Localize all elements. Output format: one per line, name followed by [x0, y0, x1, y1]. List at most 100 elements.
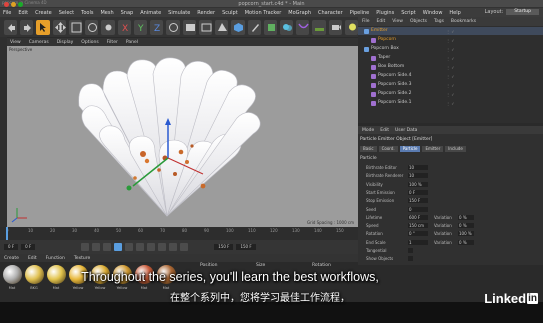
visibility-toggle[interactable]: ⋮ ✓: [446, 55, 455, 63]
menu-simulate[interactable]: Simulate: [168, 10, 190, 16]
layout-selector[interactable]: Layout: Startup: [485, 9, 539, 15]
menu-create[interactable]: Create: [35, 10, 52, 16]
move-tool-button[interactable]: [52, 19, 66, 35]
menu-motion-tracker[interactable]: Motion Tracker: [245, 10, 282, 16]
viewport-menu-view[interactable]: View: [10, 40, 21, 45]
visibility-toggle[interactable]: ⋮ ✓: [446, 64, 455, 72]
step-forward-button[interactable]: [125, 243, 134, 251]
variation-field[interactable]: 0 %: [458, 214, 474, 220]
menu-window[interactable]: Window: [423, 10, 443, 16]
attributes-tab-include[interactable]: Include: [445, 146, 466, 152]
object-row[interactable]: Popcorn Box ⋮ ✓: [358, 45, 543, 53]
menu-character[interactable]: Character: [318, 10, 343, 16]
start-frame-field[interactable]: 0 F: [4, 244, 19, 250]
param-field[interactable]: 1: [408, 239, 428, 245]
param-field[interactable]: 10: [408, 173, 428, 179]
object-menu-file[interactable]: File: [362, 19, 370, 24]
material-menu-texture[interactable]: Texture: [74, 256, 90, 261]
param-field[interactable]: 0 °: [408, 231, 428, 237]
attributes-menu-mode[interactable]: Mode: [362, 128, 374, 133]
visibility-toggle[interactable]: ⋮ ✓: [446, 28, 455, 36]
object-row[interactable]: Popcorn Side.2 ⋮ ✓: [358, 90, 543, 98]
param-field[interactable]: 150 cm: [408, 223, 428, 229]
menu-help[interactable]: Help: [449, 10, 460, 16]
viewport-menu-cameras[interactable]: Cameras: [29, 40, 49, 45]
keyframe-selection-button[interactable]: [180, 243, 189, 251]
viewport-menu-filter[interactable]: Filter: [107, 40, 118, 45]
end-frame-field[interactable]: 150 F: [214, 244, 234, 250]
visibility-toggle[interactable]: ⋮ ✓: [446, 91, 455, 99]
deformer-button[interactable]: [296, 19, 310, 35]
go-to-end-button[interactable]: [147, 243, 156, 251]
object-menu-tags[interactable]: Tags: [434, 19, 444, 24]
visibility-toggle[interactable]: ⋮ ✓: [446, 100, 455, 108]
param-field[interactable]: 150 F: [408, 198, 428, 204]
param-field[interactable]: 100 %: [408, 181, 428, 187]
step-back-button[interactable]: [103, 243, 112, 251]
previous-key-button[interactable]: [92, 243, 101, 251]
menu-select[interactable]: Select: [59, 10, 74, 16]
redo-button[interactable]: [20, 19, 34, 35]
material-menu-create[interactable]: Create: [4, 256, 19, 261]
param-field[interactable]: 10: [408, 165, 428, 170]
attributes-tab-particle[interactable]: Particle: [399, 146, 421, 152]
autokey-button[interactable]: [169, 243, 178, 251]
object-row[interactable]: Popcorn ⋮ ✓: [358, 36, 543, 44]
visibility-toggle[interactable]: ⋮ ✓: [446, 37, 455, 45]
object-menu-view[interactable]: View: [392, 19, 403, 24]
material-menu-edit[interactable]: Edit: [28, 256, 37, 261]
menu-mesh[interactable]: Mesh: [100, 10, 113, 16]
recent-tools-button[interactable]: [101, 19, 115, 35]
attributes-menu-edit[interactable]: Edit: [380, 128, 389, 133]
next-key-button[interactable]: [136, 243, 145, 251]
menu-file[interactable]: File: [3, 10, 11, 16]
pen-button[interactable]: [247, 19, 261, 35]
object-menu-edit[interactable]: Edit: [377, 19, 386, 24]
render-settings-button[interactable]: [215, 19, 229, 35]
playhead[interactable]: [6, 227, 8, 240]
z-axis-lock-button[interactable]: Z: [150, 19, 164, 35]
attributes-tab-basic[interactable]: Basic: [360, 146, 377, 152]
light-button[interactable]: [344, 19, 359, 35]
record-button[interactable]: [158, 243, 167, 251]
visibility-toggle[interactable]: ⋮ ✓: [446, 73, 455, 81]
cube-button[interactable]: [231, 19, 245, 35]
play-button[interactable]: [114, 243, 123, 251]
menu-sculpt[interactable]: Sculpt: [222, 10, 238, 16]
menu-render[interactable]: Render: [197, 10, 215, 16]
floor-button[interactable]: [312, 19, 326, 35]
viewport-menu-panel[interactable]: Panel: [126, 40, 138, 45]
param-field[interactable]: 0: [408, 206, 428, 212]
popcorn-box-mesh[interactable]: [7, 46, 358, 227]
live-selection-button[interactable]: [36, 19, 50, 35]
object-row[interactable]: Popcorn Side.1 ⋮ ✓: [358, 99, 543, 107]
layout-dropdown[interactable]: Startup: [506, 9, 539, 15]
undo-button[interactable]: [4, 19, 18, 35]
param-field[interactable]: 0 F: [408, 189, 428, 195]
go-to-start-button[interactable]: [81, 243, 90, 251]
variation-field[interactable]: 0 %: [458, 223, 474, 229]
x-axis-lock-button[interactable]: X: [117, 19, 131, 35]
perspective-viewport[interactable]: Perspective Grid Spacing: 1000 cm: [7, 46, 358, 227]
variation-field[interactable]: 100 %: [458, 231, 474, 237]
coordinate-system-button[interactable]: [166, 19, 180, 35]
object-row[interactable]: Popcorn Side.3 ⋮ ✓: [358, 81, 543, 89]
viewport-menu-display[interactable]: Display: [57, 40, 74, 45]
viewport-menu-options[interactable]: Options: [81, 40, 98, 45]
menu-edit[interactable]: Edit: [18, 10, 28, 16]
object-row[interactable]: Taper ⋮ ✓: [358, 54, 543, 62]
object-menu-objects[interactable]: Objects: [410, 19, 427, 24]
preview-end-field[interactable]: 150 F: [236, 244, 256, 250]
object-row[interactable]: Box Bottom ⋮ ✓: [358, 63, 543, 71]
object-row[interactable]: Emitter ⋮ ✓: [358, 27, 543, 35]
attributes-menu-user-data[interactable]: User Data: [395, 128, 417, 133]
scale-tool-button[interactable]: [68, 19, 83, 35]
attributes-tab-emitter[interactable]: Emitter: [422, 146, 444, 152]
menu-snap[interactable]: Snap: [121, 10, 134, 16]
visibility-toggle[interactable]: ⋮ ✓: [446, 46, 455, 54]
param-checkbox[interactable]: [408, 248, 413, 253]
camera-button[interactable]: [328, 19, 342, 35]
object-menu-bookmarks[interactable]: Bookmarks: [451, 19, 476, 24]
menu-script[interactable]: Script: [401, 10, 416, 16]
timeline-ruler[interactable]: 0102030405060708090100110120130140150: [0, 227, 358, 240]
